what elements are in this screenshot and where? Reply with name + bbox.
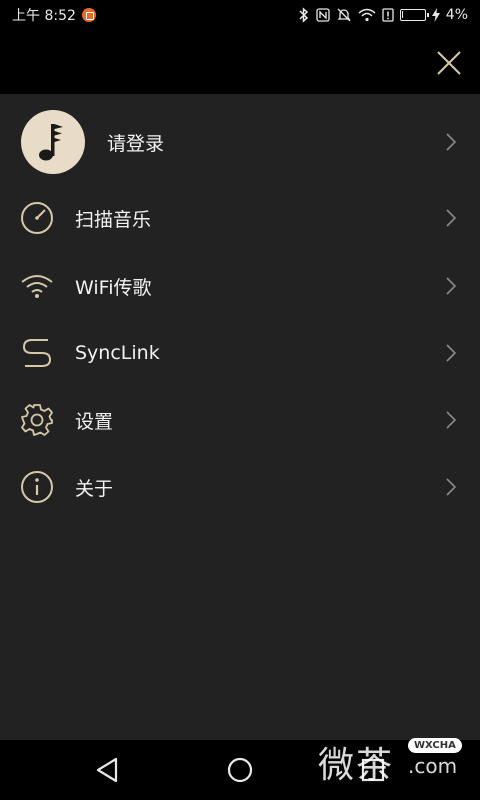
top-bar: [0, 30, 480, 94]
battery-percent: 4%: [445, 7, 468, 23]
close-button[interactable]: [436, 50, 462, 76]
status-right: 4%: [298, 7, 468, 23]
icon-wrap: [20, 269, 54, 303]
watermark: 微茶 WXCHA .com: [318, 734, 468, 786]
battery-icon: [399, 9, 429, 21]
watermark-domain: .com: [408, 754, 458, 778]
synclink-s-icon: [22, 339, 52, 367]
status-bar: 上午 8:52 4%: [0, 0, 480, 30]
back-button[interactable]: [92, 754, 124, 786]
close-icon: [437, 51, 461, 75]
menu-item-label: 关于: [75, 477, 114, 500]
gear-icon: [21, 404, 53, 436]
mute-bell-icon: [336, 7, 352, 23]
chevron-right-icon: [446, 133, 457, 151]
wifi-icon: [21, 275, 53, 298]
wifi-status-icon: [358, 8, 376, 22]
notification-icon: [81, 8, 96, 22]
chevron-right-icon: [446, 411, 457, 429]
menu-item-scan-music[interactable]: 扫描音乐: [0, 193, 480, 243]
icon-wrap: [20, 201, 54, 235]
charging-icon: [431, 8, 440, 22]
chevron-right-icon: [446, 277, 457, 295]
bluetooth-icon: [298, 7, 310, 23]
icon-wrap: [20, 336, 54, 370]
menu-panel: 请登录 扫描音乐 WiFi传歌 SyncLink 设置 关于: [0, 94, 480, 740]
menu-item-login[interactable]: 请登录: [0, 110, 480, 174]
watermark-badge: WXCHA: [408, 738, 462, 753]
home-circle-icon: [227, 757, 253, 783]
alert-icon: [382, 8, 394, 22]
status-time: 上午 8:52: [12, 8, 76, 24]
menu-item-label: SyncLink: [75, 342, 160, 364]
menu-item-label: WiFi传歌: [75, 276, 152, 299]
watermark-text: 微茶: [318, 745, 395, 786]
info-icon: [21, 471, 53, 503]
chevron-right-icon: [446, 209, 457, 227]
battery-fill: [401, 11, 403, 18]
menu-item-label: 请登录: [107, 132, 165, 155]
icon-wrap: [20, 403, 54, 437]
icon-wrap: [20, 470, 54, 504]
avatar: [21, 110, 85, 174]
scan-gauge-icon: [21, 202, 53, 234]
menu-item-synclink[interactable]: SyncLink: [0, 328, 480, 378]
music-note-avatar-icon: [39, 124, 63, 161]
menu-item-label: 扫描音乐: [75, 208, 152, 231]
menu-item-label: 设置: [75, 410, 114, 433]
chevron-right-icon: [446, 478, 457, 496]
back-triangle-icon: [96, 757, 118, 783]
home-button[interactable]: [224, 754, 256, 786]
menu-item-wifi-transfer[interactable]: WiFi传歌: [0, 261, 480, 311]
nfc-icon: [316, 8, 330, 22]
menu-item-about[interactable]: 关于: [0, 462, 480, 512]
menu-item-settings[interactable]: 设置: [0, 395, 480, 445]
chevron-right-icon: [446, 344, 457, 362]
status-left: 上午 8:52: [12, 5, 96, 25]
